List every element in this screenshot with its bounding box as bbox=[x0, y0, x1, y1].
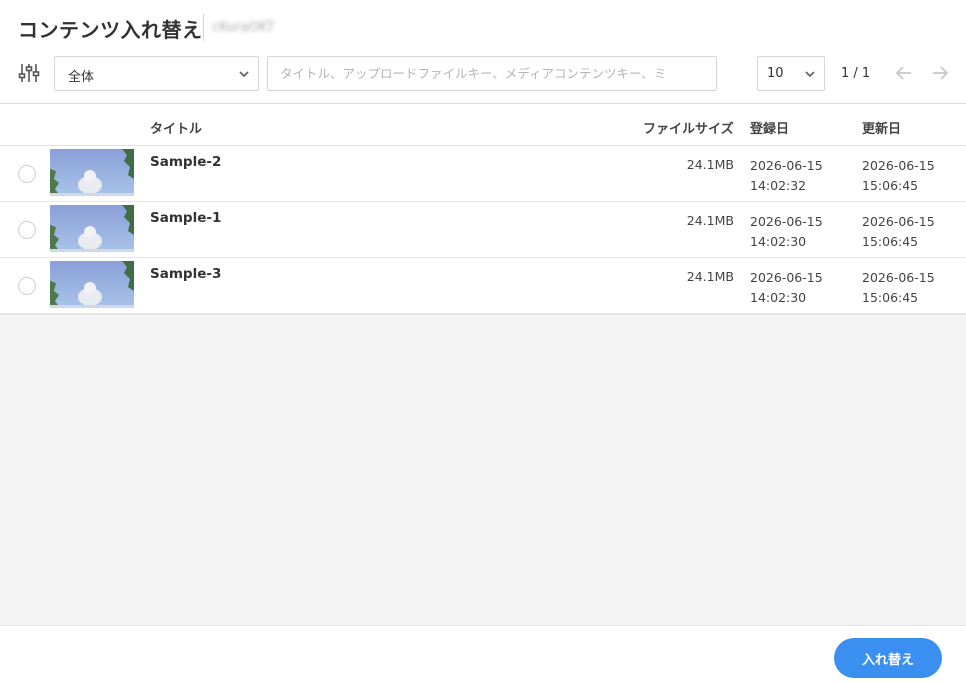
registered-date: 2026-06-15 bbox=[750, 270, 823, 285]
registered-time: 14:02:30 bbox=[750, 234, 807, 249]
page-header: コンテンツ入れ替え cKuraOKT 全体 10 1 / 1 bbox=[0, 0, 966, 104]
search-input[interactable] bbox=[267, 56, 717, 91]
row-updated-date: 2026-06-15 15:06:45 bbox=[862, 212, 935, 252]
footer-bar bbox=[0, 625, 966, 683]
row-radio[interactable] bbox=[18, 165, 36, 183]
pagination-info: 1 / 1 bbox=[841, 66, 871, 81]
row-radio[interactable] bbox=[18, 277, 36, 295]
registered-time: 14:02:32 bbox=[750, 178, 807, 193]
row-radio[interactable] bbox=[18, 221, 36, 239]
row-registered-date: 2026-06-15 14:02:30 bbox=[750, 212, 823, 252]
arrow-right-icon[interactable] bbox=[930, 63, 950, 83]
updated-date: 2026-06-15 bbox=[862, 158, 935, 173]
table-row[interactable]: Sample-1 24.1MB 2026-06-15 14:02:30 2026… bbox=[0, 202, 966, 258]
category-select-value: 全体 bbox=[68, 70, 95, 85]
category-select[interactable]: 全体 bbox=[54, 56, 259, 91]
row-updated-date: 2026-06-15 15:06:45 bbox=[862, 268, 935, 308]
registered-date: 2026-06-15 bbox=[750, 158, 823, 173]
per-page-select[interactable]: 10 bbox=[757, 56, 825, 91]
arrow-left-icon[interactable] bbox=[894, 63, 914, 83]
row-title[interactable]: Sample-3 bbox=[150, 266, 221, 282]
replace-button[interactable]: 入れ替え bbox=[834, 638, 942, 678]
per-page-value: 10 bbox=[767, 66, 784, 81]
updated-time: 15:06:45 bbox=[862, 290, 919, 305]
column-file-size[interactable]: ファイルサイズ bbox=[643, 118, 734, 137]
table-row[interactable]: Sample-2 24.1MB 2026-06-15 14:02:32 2026… bbox=[0, 146, 966, 202]
chevron-down-icon bbox=[239, 71, 249, 78]
title-divider bbox=[203, 14, 204, 41]
updated-date: 2026-06-15 bbox=[862, 214, 935, 229]
row-file-size: 24.1MB bbox=[686, 213, 734, 228]
registered-date: 2026-06-15 bbox=[750, 214, 823, 229]
row-file-size: 24.1MB bbox=[686, 269, 734, 284]
empty-area bbox=[0, 314, 966, 625]
column-registered[interactable]: 登録日 bbox=[750, 118, 789, 137]
column-title[interactable]: タイトル bbox=[150, 118, 202, 137]
chevron-down-icon bbox=[805, 71, 815, 78]
sliders-icon[interactable] bbox=[18, 62, 40, 84]
row-file-size: 24.1MB bbox=[686, 157, 734, 172]
row-title[interactable]: Sample-1 bbox=[150, 210, 221, 226]
table-row[interactable]: Sample-3 24.1MB 2026-06-15 14:02:30 2026… bbox=[0, 258, 966, 314]
table-header: タイトル ファイルサイズ 登録日 更新日 bbox=[0, 105, 966, 146]
page-title: コンテンツ入れ替え bbox=[18, 18, 203, 42]
row-registered-date: 2026-06-15 14:02:32 bbox=[750, 156, 823, 196]
registered-time: 14:02:30 bbox=[750, 290, 807, 305]
column-updated[interactable]: 更新日 bbox=[862, 118, 901, 137]
row-title[interactable]: Sample-2 bbox=[150, 154, 221, 170]
thumbnail-image bbox=[50, 149, 134, 196]
thumbnail-image bbox=[50, 261, 134, 308]
updated-time: 15:06:45 bbox=[862, 178, 919, 193]
thumbnail-image bbox=[50, 205, 134, 252]
updated-date: 2026-06-15 bbox=[862, 270, 935, 285]
updated-time: 15:06:45 bbox=[862, 234, 919, 249]
row-registered-date: 2026-06-15 14:02:30 bbox=[750, 268, 823, 308]
page-subtitle: cKuraOKT bbox=[212, 20, 275, 35]
row-updated-date: 2026-06-15 15:06:45 bbox=[862, 156, 935, 196]
